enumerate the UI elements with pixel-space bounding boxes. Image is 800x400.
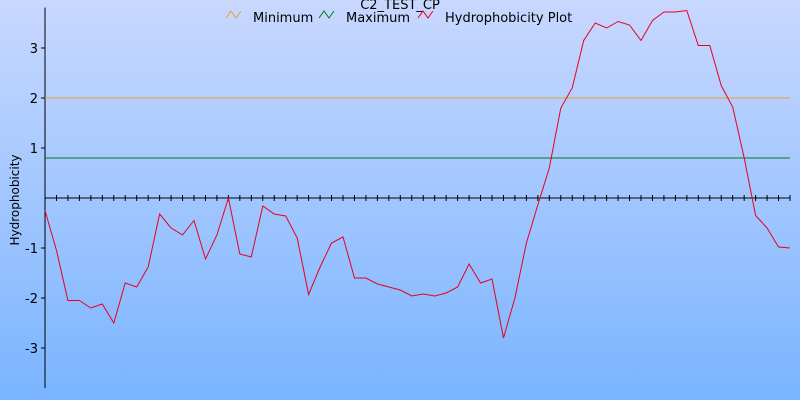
y-tick-label: 1 (30, 142, 38, 157)
y-tick-label: 2 (30, 92, 38, 107)
y-tick-label: -2 (25, 292, 38, 307)
y-tick-label: 3 (30, 42, 38, 57)
y-tick-label: -1 (25, 242, 38, 257)
chart-canvas: -3-2-1123HydrophobicityC2_TEST_CPMinimum… (8, 0, 791, 388)
hydrophobicity-chart: -3 -2 -1 1 2 3 Hydrophobicity C2_TEST_CP Minimum… (0, 0, 800, 400)
y-tick-label: -3 (25, 342, 38, 357)
legend-swatch-2 (318, 10, 335, 19)
legend-label-1: Minimum (253, 11, 313, 26)
hydrophobicity-plot-line (44, 9, 791, 339)
legend-label-3: Hydrophobicity Plot (445, 11, 572, 26)
legend-label-2: Maximum (346, 11, 410, 26)
y-axis-title: Hydrophobicity (8, 154, 22, 245)
legend-swatch-1 (225, 10, 242, 19)
